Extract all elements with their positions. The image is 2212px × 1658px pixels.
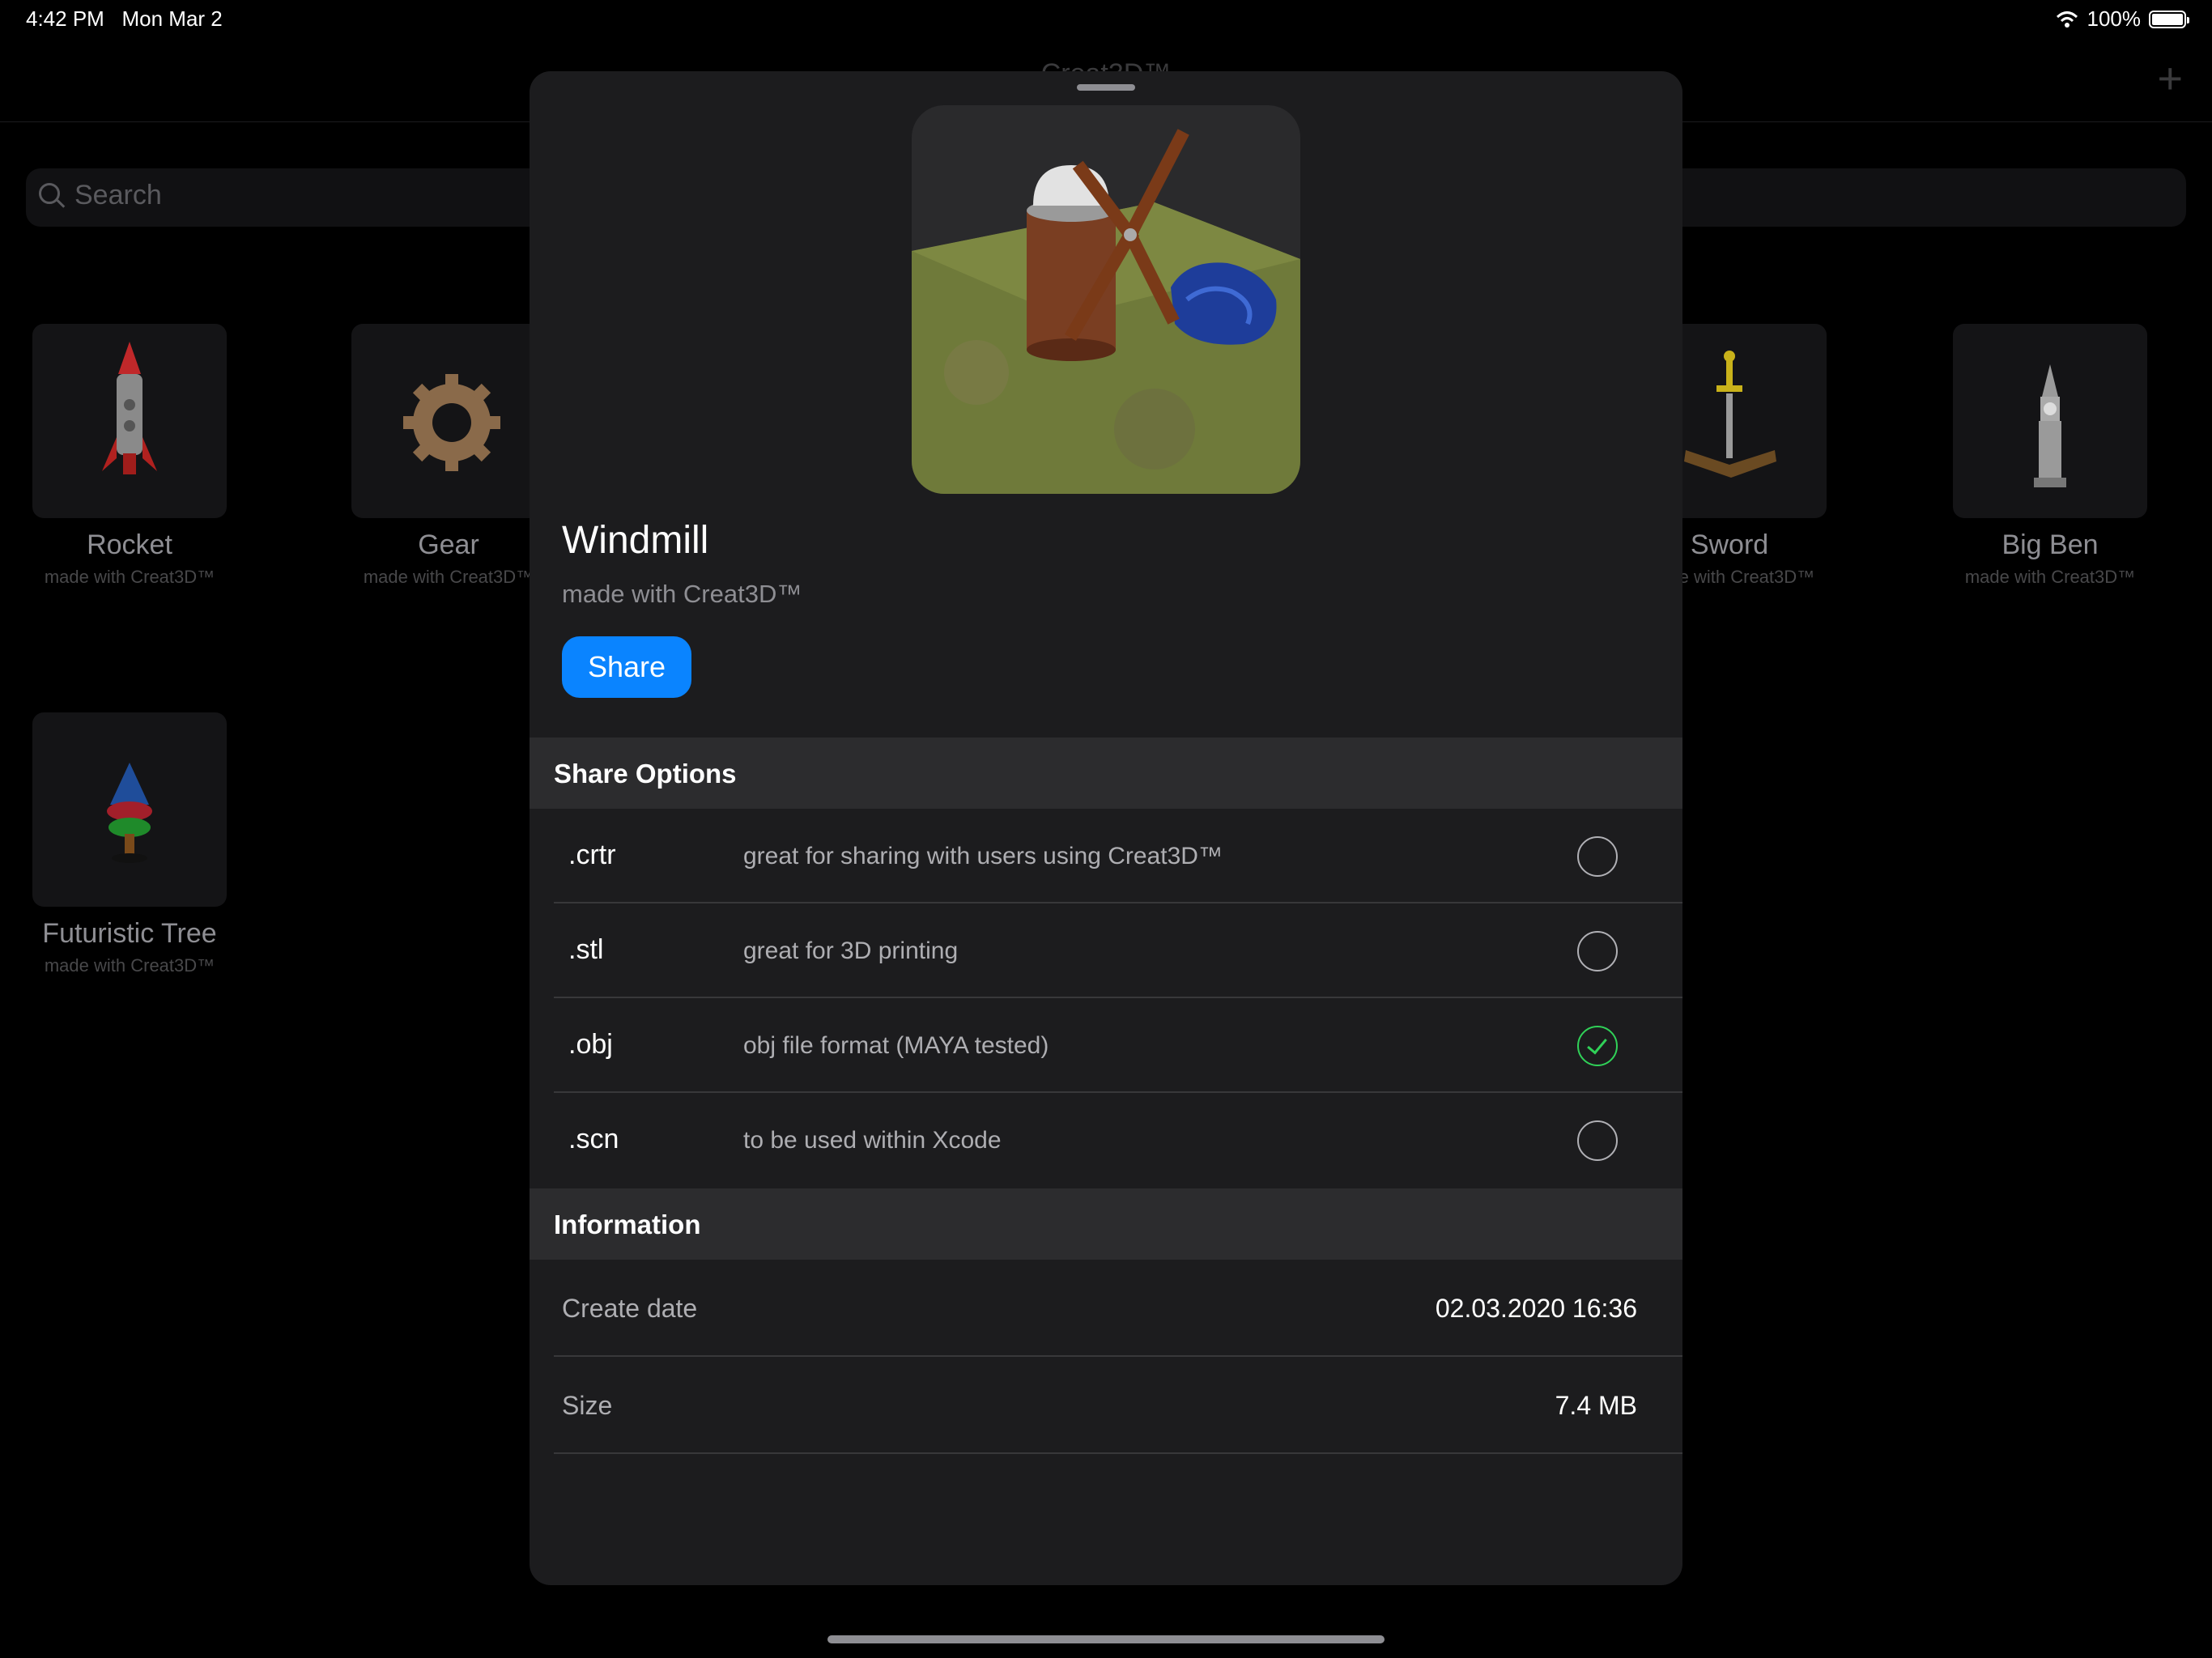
option-extension: .obj (568, 1029, 613, 1060)
model-name: Rocket (87, 529, 172, 560)
info-value: 7.4 MB (1555, 1391, 1637, 1420)
share-option-stl[interactable]: .stl great for 3D printing (530, 903, 1682, 998)
checkmark-circle-icon[interactable] (1577, 1026, 1618, 1066)
section-title: Share Options (554, 759, 737, 789)
windmill-model-image (912, 129, 1300, 494)
wifi-icon (2056, 11, 2078, 28)
gear-icon (403, 374, 500, 471)
info-row-create-date: Create date 02.03.2020 16:36 (530, 1260, 1682, 1357)
option-description: great for 3D printing (743, 937, 959, 964)
model-preview[interactable] (912, 105, 1300, 494)
battery-percent: 100% (2087, 6, 2142, 31)
status-indicators: 100% (2055, 6, 2189, 32)
share-sheet: Windmill made with Creat3D™ Share Share … (530, 71, 1682, 1585)
share-options-header: Share Options (530, 738, 1682, 809)
option-description: great for sharing with users using Creat… (743, 843, 1223, 869)
share-button[interactable]: Share (562, 636, 691, 698)
model-thumbnail-futuristic-tree[interactable] (32, 712, 227, 907)
section-title: Information (554, 1209, 701, 1239)
search-placeholder: Search (74, 180, 162, 210)
model-title: Windmill (562, 519, 709, 562)
model-thumbnail-rocket[interactable] (32, 324, 227, 518)
home-indicator[interactable] (827, 1635, 1385, 1643)
model-name: Futuristic Tree (42, 918, 217, 949)
search-icon (39, 183, 60, 204)
model-subtitle: made with Creat3D™ (1964, 567, 2136, 587)
status-date: Mon Mar 2 (121, 6, 223, 31)
option-description: to be used within Xcode (743, 1127, 1002, 1154)
model-thumbnail-big-ben[interactable] (1953, 324, 2147, 518)
share-option-obj[interactable]: .obj obj file format (MAYA tested) (530, 998, 1682, 1093)
sheet-grabber[interactable] (1077, 84, 1135, 91)
tower-icon (2034, 364, 2066, 487)
tree-icon (107, 763, 152, 863)
info-label: Create date (562, 1294, 698, 1323)
add-icon[interactable]: + (2157, 57, 2183, 100)
information-header: Information (530, 1188, 1682, 1260)
info-label: Size (562, 1391, 613, 1420)
option-extension: .scn (568, 1124, 619, 1154)
radio-unchecked-icon[interactable] (1577, 1120, 1618, 1161)
battery-icon (2149, 10, 2189, 28)
info-value: 02.03.2020 16:36 (1435, 1294, 1637, 1323)
model-subtitle: made with Creat3D™ (44, 567, 215, 587)
option-extension: .crtr (568, 840, 616, 870)
rocket-icon (102, 342, 157, 474)
radio-unchecked-icon[interactable] (1577, 931, 1618, 971)
share-option-scn[interactable]: .scn to be used within Xcode (530, 1093, 1682, 1188)
option-description: obj file format (MAYA tested) (743, 1032, 1049, 1059)
radio-unchecked-icon[interactable] (1577, 836, 1618, 877)
model-thumbnail-gear[interactable] (351, 324, 546, 518)
info-row-size: Size 7.4 MB (530, 1357, 1682, 1454)
share-option-crtr[interactable]: .crtr great for sharing with users using… (530, 809, 1682, 903)
option-extension: .stl (568, 934, 604, 965)
divider (554, 1452, 1682, 1454)
model-name: Big Ben (2001, 529, 2099, 560)
status-time: 4:42 PM Mon Mar 2 (26, 6, 223, 31)
model-subtitle: made with Creat3D™ (44, 955, 215, 976)
model-subtitle: made with Creat3D™ (562, 580, 802, 608)
